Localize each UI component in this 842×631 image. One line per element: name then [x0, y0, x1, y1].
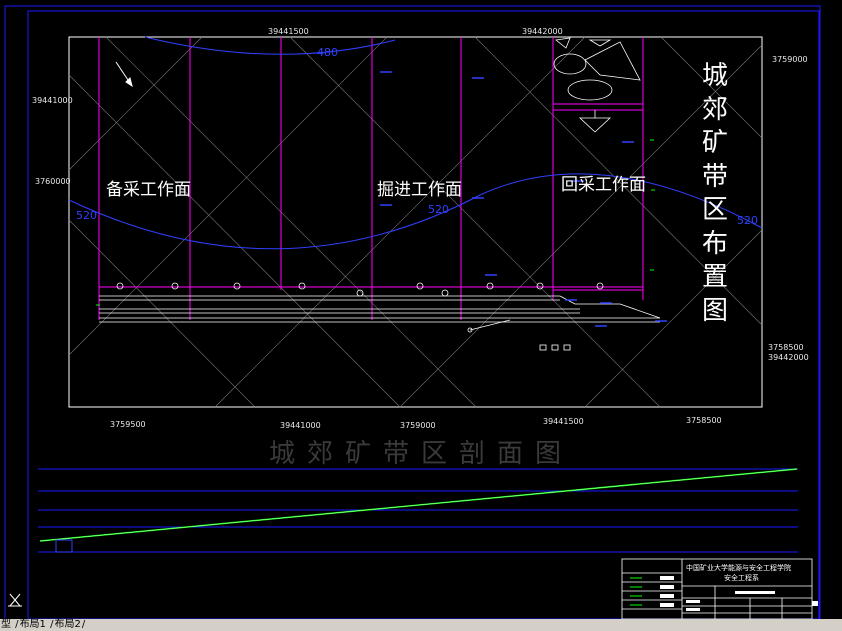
zone-label-driving: 掘进工作面 — [377, 180, 462, 200]
coord-label: 39442000 — [522, 27, 563, 36]
coord-label: 39442000 — [768, 353, 809, 362]
title-block-dept: 安全工程系 — [724, 574, 759, 582]
plan-view-frame — [68, 36, 763, 408]
drawing-title: 城郊矿带区布置图 — [701, 61, 728, 326]
coord-label: 39441500 — [268, 27, 309, 36]
zone-label-mining: 回采工作面 — [561, 175, 646, 195]
coord-label: 3758500 — [686, 416, 722, 425]
coord-label: 39441000 — [280, 421, 321, 430]
coord-label: 39441500 — [543, 417, 584, 426]
coord-label: 3759000 — [772, 55, 808, 64]
contour-label: 480 — [317, 46, 338, 59]
contour-label: 520 — [76, 209, 97, 222]
section-title: 城郊矿带区剖面图 — [268, 439, 573, 469]
contour-label: 520 — [737, 214, 758, 227]
title-block-school: 中国矿业大学能源与安全工程学院 — [686, 564, 791, 572]
tab-model[interactable]: 型 — [0, 619, 12, 630]
tab-layout2[interactable]: 布局2 — [54, 619, 82, 630]
contour-label: 520 — [428, 203, 449, 216]
coord-label: 3760000 — [35, 177, 71, 186]
coord-label: 39441000 — [32, 96, 73, 105]
coord-label: 3758500 — [768, 343, 804, 352]
layout-tab-bar: 型 /布局1 /布局2/ — [0, 619, 842, 631]
coord-label: 3759500 — [110, 420, 146, 429]
coord-label: 3759000 — [400, 421, 436, 430]
tab-layout1[interactable]: 布局1 — [19, 619, 47, 630]
zone-label-standby: 备采工作面 — [106, 180, 191, 200]
